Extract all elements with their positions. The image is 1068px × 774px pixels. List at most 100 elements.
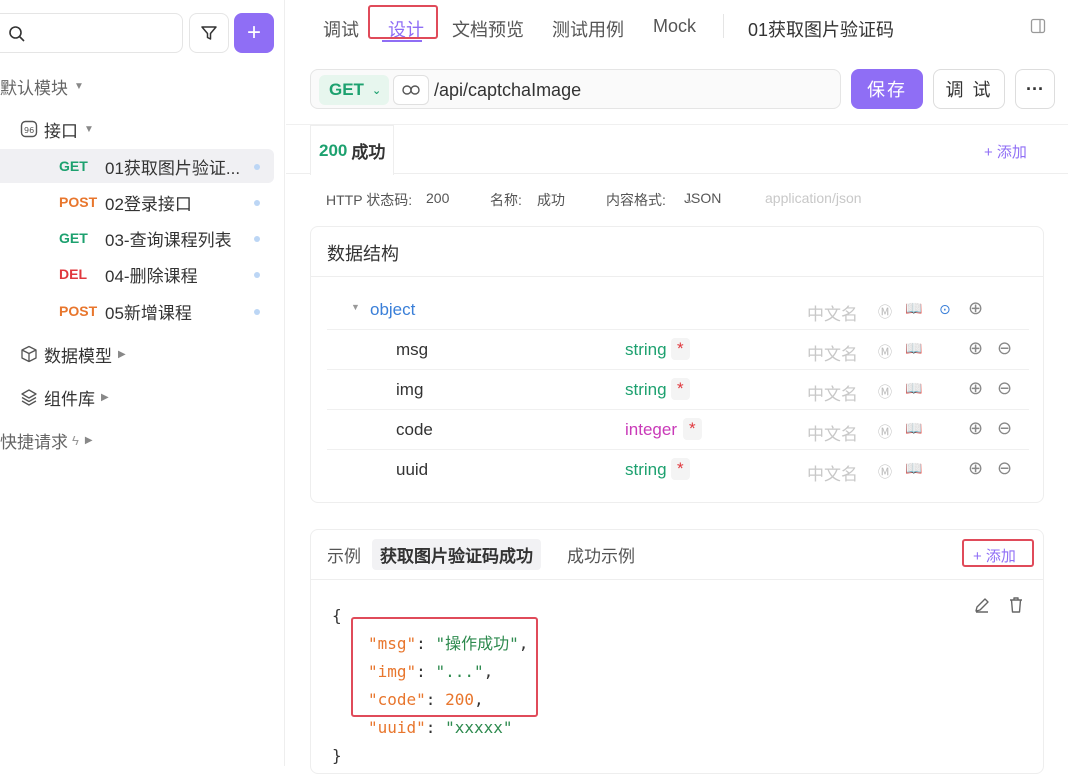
mock-icon[interactable]: Ⓜ [878,382,892,402]
divider [311,276,1043,277]
cn-name-input[interactable]: 中文名 [807,420,858,445]
main-panel: 调试 设计 文档预览 测试用例 Mock 01获取图片验证码 GET ⌄ /ap… [286,0,1068,774]
api-name: 03-查询课程列表 [105,230,232,250]
more-circle-icon[interactable]: ⊙ [939,301,951,318]
status-dot [254,309,260,315]
tab-example-active[interactable]: 获取图片验证码成功 [372,539,541,570]
url-bar: GET ⌄ /api/captchaImage [310,69,841,109]
folder-default-module[interactable]: 默认模块 ▼ [0,69,84,103]
required-marker[interactable]: * [671,338,690,360]
layers-icon [21,389,37,406]
panel-toggle-icon[interactable] [1030,18,1046,34]
more-button[interactable]: ··· [1015,69,1055,109]
book-icon[interactable]: 📖 [905,380,922,397]
add-button[interactable]: + [234,13,274,53]
field-type[interactable]: integer [625,420,677,440]
required-marker[interactable]: * [671,458,690,480]
add-circle-icon[interactable]: ⊕ [968,298,983,319]
remove-circle-icon[interactable]: ⊖ [997,338,1012,359]
tab-test-cases[interactable]: 测试用例 [552,16,624,42]
schema-field-row[interactable]: img string * 中文名 Ⓜ 📖 ⊕ ⊖ [327,370,1029,410]
mock-icon[interactable]: Ⓜ [878,422,892,442]
mock-icon[interactable]: Ⓜ [878,462,892,482]
add-circle-icon[interactable]: ⊕ [968,458,983,479]
url-input[interactable]: /api/captchaImage [434,80,581,101]
filter-button[interactable] [189,13,229,53]
field-type[interactable]: string [625,380,667,400]
folder-interfaces[interactable]: 96 接口 ▼ [20,112,94,146]
link-button[interactable] [393,75,429,105]
active-tab-indicator [382,40,422,42]
response-label: 成功 [351,143,386,162]
tab-example-other[interactable]: 成功示例 [567,542,635,567]
book-icon[interactable]: 📖 [905,460,922,477]
folder-label: 默认模块 [0,78,68,98]
add-response-button[interactable]: + 添加 [984,141,1027,162]
folder-components[interactable]: 组件库 ▶ [20,380,109,414]
required-marker[interactable]: * [683,418,702,440]
mock-icon[interactable]: Ⓜ [878,342,892,362]
status-code-label: HTTP 状态码: [326,192,413,208]
more-icon: ··· [1026,78,1044,99]
add-circle-icon[interactable]: ⊕ [968,418,983,439]
name-value[interactable]: 成功 [537,190,565,210]
sidebar-api-item[interactable]: GET 03-查询课程列表 [0,221,274,255]
sidebar-api-item[interactable]: GET 01获取图片验证... [0,149,274,183]
method-badge: GET [59,230,88,246]
field-type[interactable]: string [625,340,667,360]
cn-name-input[interactable]: 中文名 [807,460,858,485]
cn-name-input[interactable]: 中文名 [807,380,858,405]
cn-name-input[interactable]: 中文名 [807,340,858,365]
schema-root-row[interactable]: ▼ object 中文名 Ⓜ 📖 ⊙ ⊕ [327,290,1029,330]
status-dot [254,272,260,278]
code-line: "uuid": "xxxxx" [368,718,513,737]
link-icon [402,85,420,95]
caret-right-icon: ▶ [118,348,126,360]
book-icon[interactable]: 📖 [905,340,922,357]
chevron-down-icon: ⌄ [371,84,382,97]
tab-doc-preview[interactable]: 文档预览 [452,16,524,42]
remove-circle-icon[interactable]: ⊖ [997,458,1012,479]
api-name: 01获取图片验证... [105,158,241,178]
debug-button[interactable]: 调 试 [933,69,1005,109]
add-circle-icon[interactable]: ⊕ [968,338,983,359]
schema-field-row[interactable]: code integer * 中文名 Ⓜ 📖 ⊕ ⊖ [327,410,1029,450]
method-label: GET [329,80,364,99]
response-tab-200[interactable]: 200 成功 [310,125,395,175]
method-select[interactable]: GET ⌄ [319,75,389,105]
field-type[interactable]: string [625,460,667,480]
add-circle-icon[interactable]: ⊕ [968,378,983,399]
tab-debug[interactable]: 调试 [323,16,359,42]
trash-icon[interactable] [1008,596,1024,614]
book-icon[interactable]: 📖 [905,300,922,317]
field-name: code [396,420,433,439]
save-button[interactable]: 保存 [851,69,923,109]
divider [723,14,724,38]
cn-name-input[interactable]: 中文名 [807,300,858,325]
remove-circle-icon[interactable]: ⊖ [997,378,1012,399]
required-marker[interactable]: * [671,378,690,400]
folder-data-models[interactable]: 数据模型 ▶ [20,337,126,371]
folder-quick-requests[interactable]: 快捷请求 ϟ ▶ [0,423,93,457]
schema-field-row[interactable]: msg string * 中文名 Ⓜ 📖 ⊕ ⊖ [327,330,1029,370]
name-label: 名称: [490,192,522,208]
method-badge: DEL [59,266,87,282]
sidebar-api-item[interactable]: DEL 04-删除课程 [0,257,274,291]
book-icon[interactable]: 📖 [905,420,922,437]
api-name: 05新增课程 [105,303,192,323]
caret-right-icon: ▶ [101,391,109,403]
sidebar-api-item[interactable]: POST 05新增课程 [0,294,274,328]
json-key: "uuid" [368,718,426,737]
schema-card: 数据结构 ▼ object 中文名 Ⓜ 📖 ⊙ ⊕ msg string * 中… [310,226,1044,503]
field-name: img [396,380,424,399]
remove-circle-icon[interactable]: ⊖ [997,418,1012,439]
api-name: 02登录接口 [105,194,192,214]
sidebar-api-item[interactable]: POST 02登录接口 [0,185,274,219]
status-code-value[interactable]: 200 [426,190,449,206]
mock-icon[interactable]: Ⓜ [878,302,892,322]
tab-mock[interactable]: Mock [653,16,696,37]
edit-icon[interactable] [973,596,991,614]
cube-icon [21,345,37,363]
schema-field-row[interactable]: uuid string * 中文名 Ⓜ 📖 ⊕ ⊖ [327,450,1029,490]
search-input[interactable] [0,13,183,53]
